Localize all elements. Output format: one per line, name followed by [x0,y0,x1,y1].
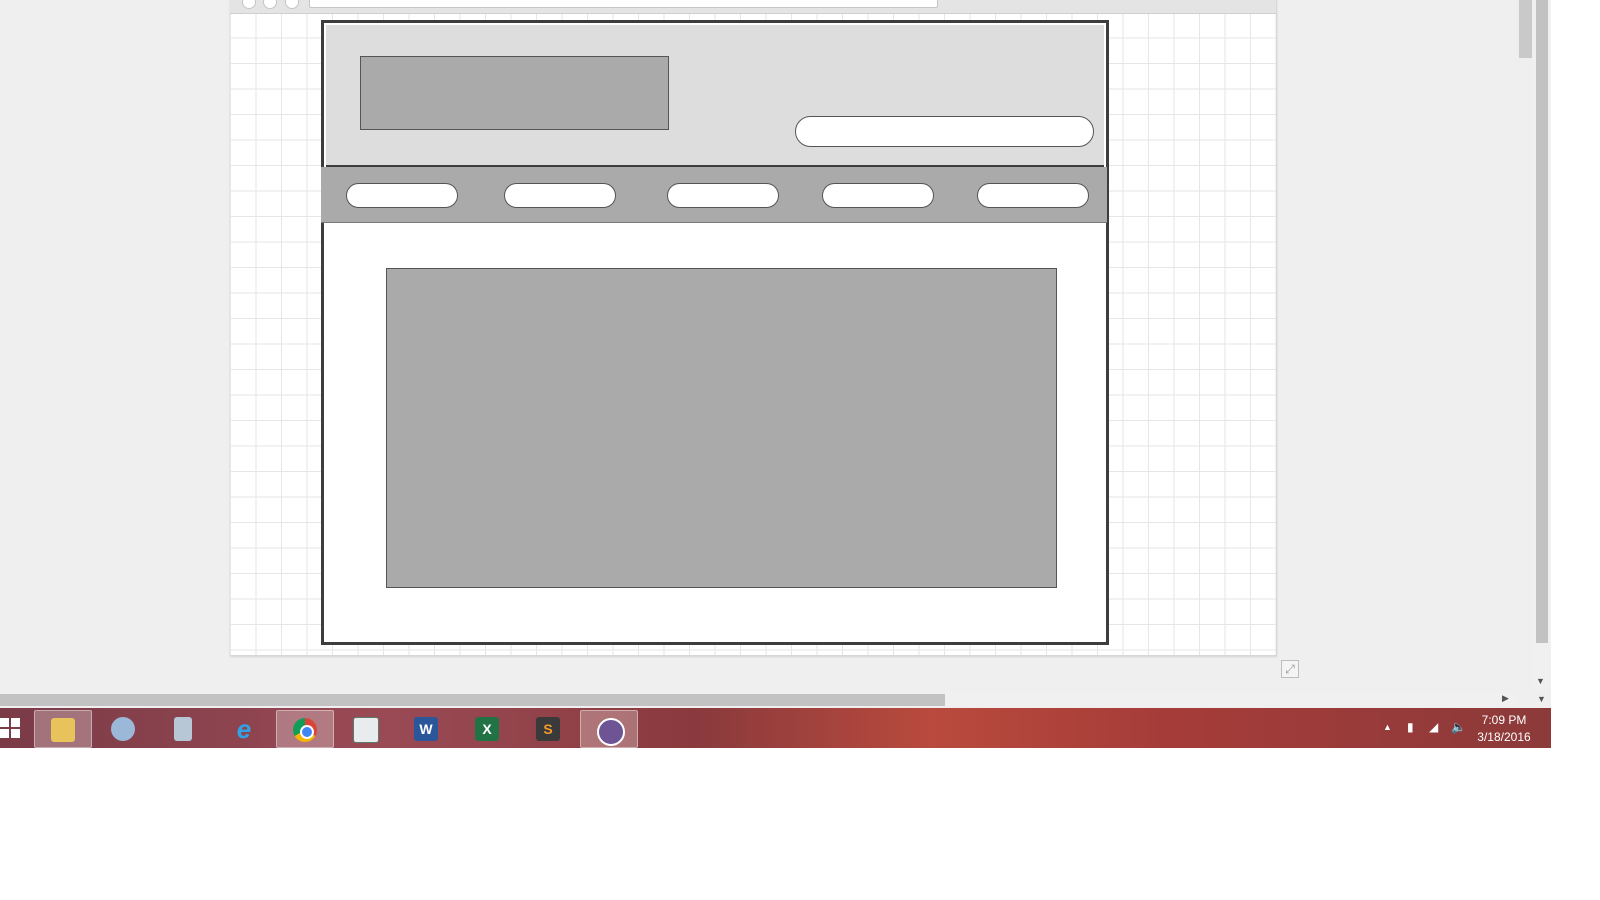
word-icon: W [414,717,438,741]
resize-icon[interactable]: ⤢ [1281,660,1299,678]
scroll-down-arrow-icon[interactable]: ▼ [1536,676,1545,686]
wireframe-content-placeholder[interactable] [386,268,1057,588]
horizontal-scrollbar[interactable]: ▶ [0,692,1517,706]
taskbar-internet-explorer[interactable]: e [216,710,272,746]
clock-time[interactable]: 7:09 PM [1474,713,1534,727]
scroll-down-corner-arrow-icon[interactable]: ▼ [1537,694,1546,704]
wireframe-nav-item[interactable] [346,183,458,208]
clock-date[interactable]: 3/18/2016 [1474,730,1534,744]
wireframe-nav-item[interactable] [504,183,616,208]
windows-start-icon[interactable] [0,718,22,740]
window-dot-close [242,0,256,9]
paint-palette-icon [111,717,135,741]
taskbar-github[interactable] [580,710,638,748]
wireframe-header[interactable] [326,25,1104,168]
sublime-text-icon: S [536,717,560,741]
horizontal-scroll-thumb[interactable] [0,694,945,706]
window-dot-maximize [285,0,299,9]
drawing-canvas[interactable] [230,0,1277,656]
vertical-scroll-thumb[interactable] [1536,0,1548,643]
wireframe-nav-item[interactable] [977,183,1089,208]
taskbar-sublime-text[interactable]: S [520,710,576,746]
wireframe-nav-item[interactable] [667,183,779,208]
window-dot-minimize [263,0,277,9]
wireframe-nav-bar[interactable] [321,167,1107,223]
document-viewer-icon [353,717,379,743]
taskbar-file-explorer[interactable] [34,710,92,748]
vertical-scrollbar[interactable]: ▼ [1533,0,1551,690]
browser-url-bar [309,0,938,8]
signal-icon[interactable]: ◢ [1429,720,1438,734]
secondary-scroll-thumb[interactable] [1519,0,1532,58]
scroll-right-arrow-icon[interactable]: ▶ [1502,693,1509,704]
calculator-icon [174,717,192,741]
excel-icon: X [475,717,499,741]
folder-icon [51,718,75,742]
wireframe-search-bar[interactable] [795,116,1094,147]
volume-icon[interactable]: 🔈 [1451,720,1466,734]
taskbar-excel[interactable]: X [459,710,515,746]
windows-taskbar: e W X S ▲ ▮ ◢ 🔈 7:09 PM 3/18/2016 [0,708,1551,748]
taskbar-calculator[interactable] [155,710,211,746]
battery-icon[interactable]: ▮ [1407,720,1414,734]
taskbar-word[interactable]: W [398,710,454,746]
wireframe-nav-item[interactable] [822,183,934,208]
system-tray: ▲ ▮ ◢ 🔈 7:09 PM 3/18/2016 [1371,708,1551,748]
wireframe-page[interactable] [321,20,1109,645]
github-icon [597,718,625,746]
taskbar-chrome[interactable] [276,710,334,748]
browser-mockup-bar [230,0,1276,14]
taskbar-document-viewer[interactable] [337,710,393,746]
chevron-up-icon[interactable]: ▲ [1383,722,1392,732]
taskbar-paint[interactable] [95,710,151,746]
chrome-icon [293,718,317,742]
internet-explorer-icon: e [236,714,252,744]
wireframe-logo-placeholder[interactable] [360,56,669,130]
desktop-screen: ⤢ ▼ ▶ ▼ e W X S ▲ ▮ ◢ 🔈 7:09 PM 3/18/201… [0,0,1551,748]
